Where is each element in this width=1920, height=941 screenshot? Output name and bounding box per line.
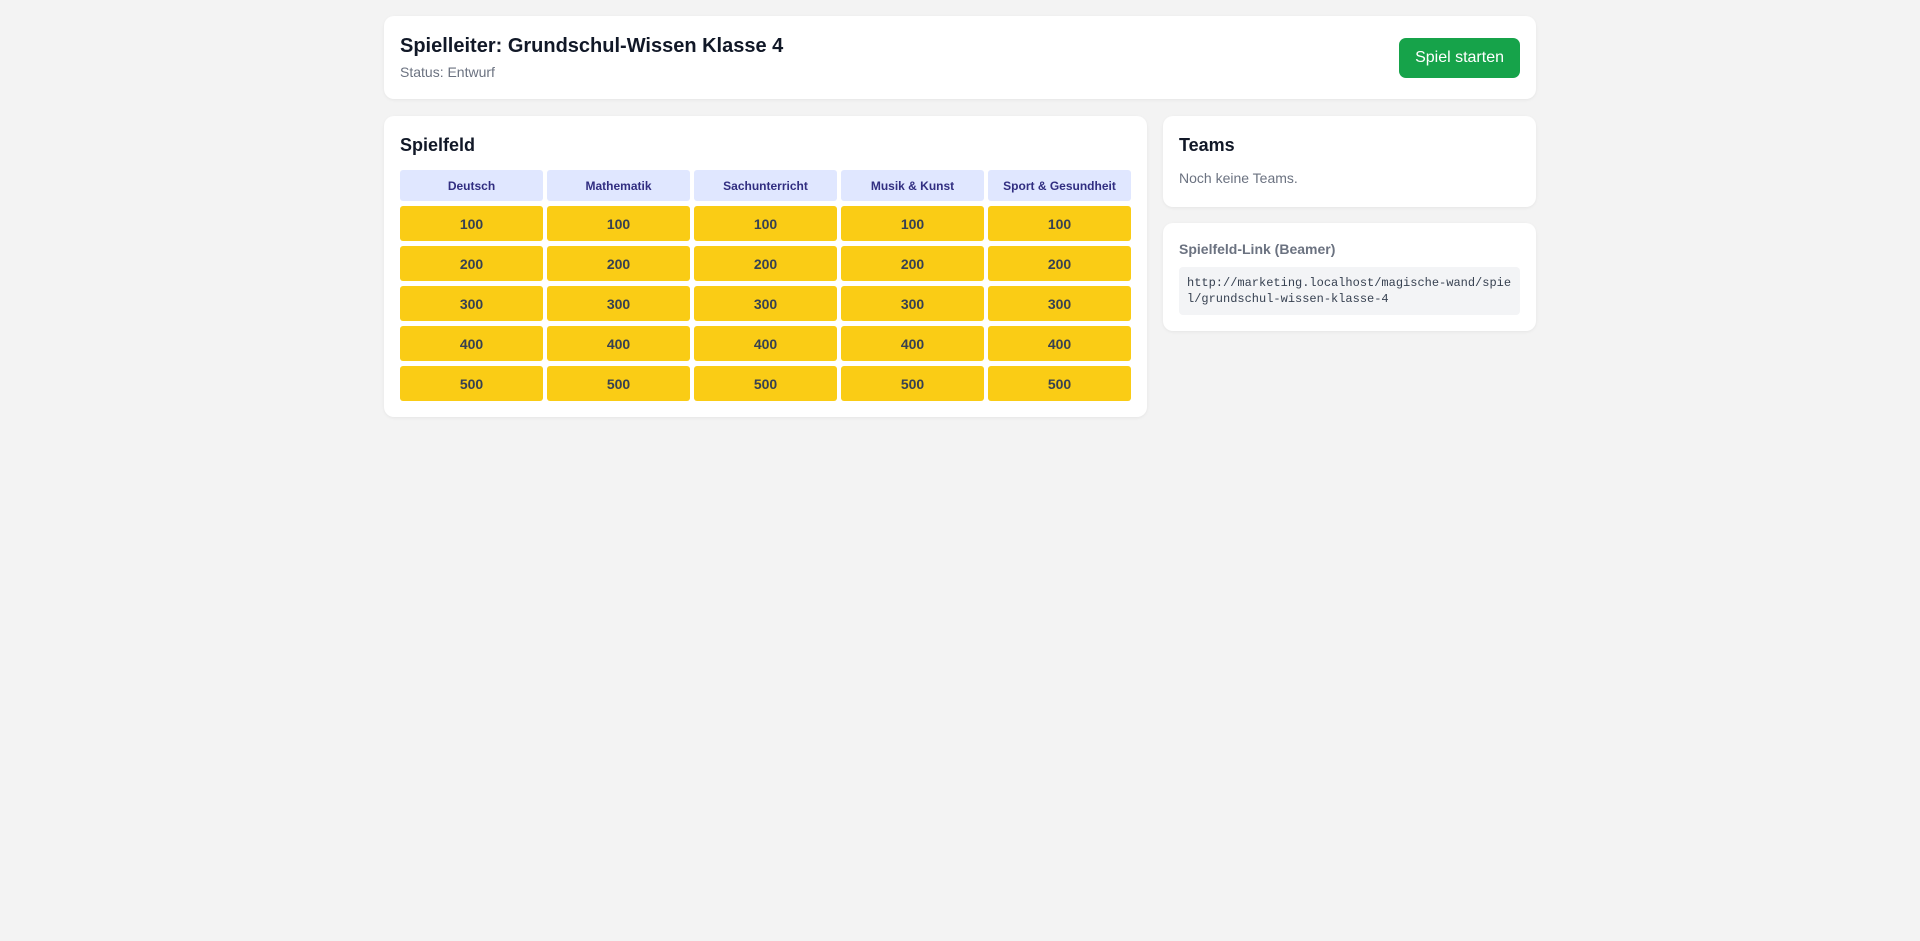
question-tile[interactable]: 200 xyxy=(841,246,984,281)
question-tile[interactable]: 500 xyxy=(694,366,837,401)
board-card: Spielfeld Deutsch Mathematik Sachunterri… xyxy=(384,116,1147,417)
question-tile[interactable]: 100 xyxy=(988,206,1131,241)
category-header-deutsch: Deutsch xyxy=(400,170,543,201)
question-tile[interactable]: 400 xyxy=(694,326,837,361)
question-tile[interactable]: 100 xyxy=(400,206,543,241)
question-tile[interactable]: 500 xyxy=(547,366,690,401)
question-tile[interactable]: 200 xyxy=(547,246,690,281)
question-tile[interactable]: 400 xyxy=(400,326,543,361)
question-tile[interactable]: 100 xyxy=(547,206,690,241)
question-tile[interactable]: 400 xyxy=(988,326,1131,361)
teams-card: Teams Noch keine Teams. xyxy=(1163,116,1536,207)
question-tile[interactable]: 400 xyxy=(841,326,984,361)
page-title: Spielleiter: Grundschul-Wissen Klasse 4 xyxy=(400,35,784,57)
beamer-link-url[interactable]: http://marketing.localhost/magische-wand… xyxy=(1179,267,1520,315)
page-container: Spielleiter: Grundschul-Wissen Klasse 4 … xyxy=(384,16,1536,417)
question-tile[interactable]: 300 xyxy=(841,286,984,321)
question-tile[interactable]: 300 xyxy=(400,286,543,321)
board-grid: Deutsch Mathematik Sachunterricht Musik … xyxy=(400,170,1131,401)
question-tile[interactable]: 500 xyxy=(400,366,543,401)
category-header-musik-kunst: Musik & Kunst xyxy=(841,170,984,201)
question-tile[interactable]: 100 xyxy=(841,206,984,241)
question-tile[interactable]: 300 xyxy=(988,286,1131,321)
question-tile[interactable]: 300 xyxy=(694,286,837,321)
teams-empty-text: Noch keine Teams. xyxy=(1179,170,1298,186)
question-tile[interactable]: 400 xyxy=(547,326,690,361)
header-text: Spielleiter: Grundschul-Wissen Klasse 4 … xyxy=(400,35,783,80)
content-row: Spielfeld Deutsch Mathematik Sachunterri… xyxy=(384,116,1536,417)
question-tile[interactable]: 500 xyxy=(988,366,1131,401)
board-title: Spielfeld xyxy=(400,135,476,155)
question-tile[interactable]: 200 xyxy=(400,246,543,281)
start-game-button[interactable]: Spiel starten xyxy=(1399,37,1520,78)
question-tile[interactable]: 200 xyxy=(988,246,1131,281)
header-card: Spielleiter: Grundschul-Wissen Klasse 4 … xyxy=(384,16,1536,99)
question-tile[interactable]: 500 xyxy=(841,366,984,401)
beamer-link-label: Spielfeld-Link (Beamer) xyxy=(1179,241,1336,257)
beamer-link-card: Spielfeld-Link (Beamer) http://marketing… xyxy=(1163,223,1536,331)
question-tile[interactable]: 100 xyxy=(694,206,837,241)
question-tile[interactable]: 200 xyxy=(694,246,837,281)
category-header-mathematik: Mathematik xyxy=(547,170,690,201)
teams-title: Teams xyxy=(1179,135,1235,155)
category-header-sachunterricht: Sachunterricht xyxy=(694,170,837,201)
status-text: Status: Entwurf xyxy=(400,64,495,80)
question-tile[interactable]: 300 xyxy=(547,286,690,321)
category-header-sport-gesundheit: Sport & Gesundheit xyxy=(988,170,1131,201)
sidebar: Teams Noch keine Teams. Spielfeld-Link (… xyxy=(1163,116,1536,331)
